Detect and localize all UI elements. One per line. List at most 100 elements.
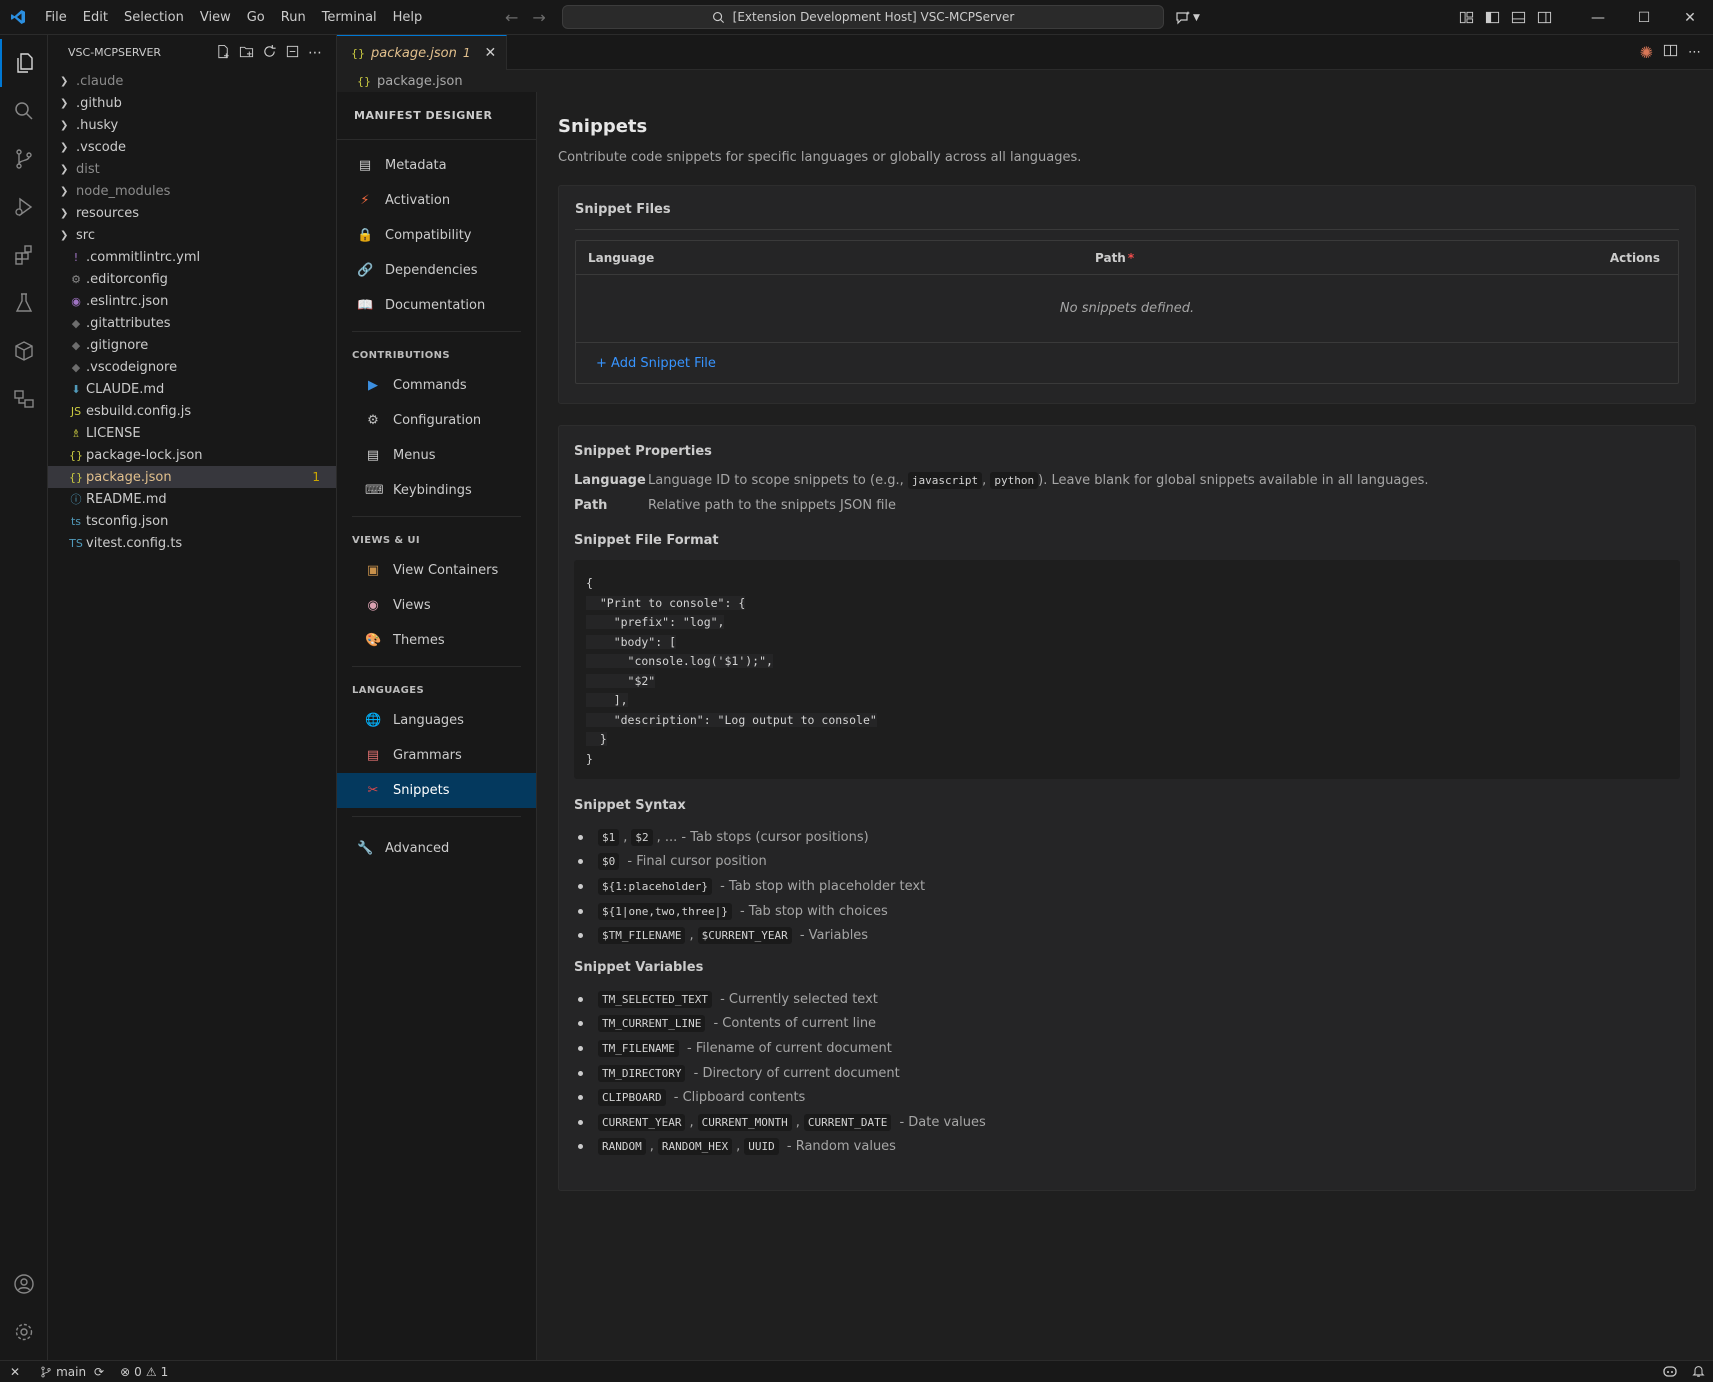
close-window-icon[interactable]: ✕ <box>1667 0 1713 35</box>
tab-package-json[interactable]: {} package.json 1 ✕ <box>337 35 508 70</box>
column-actions: Actions <box>1609 250 1660 265</box>
nav-item-commands[interactable]: ▶ Commands <box>337 368 536 403</box>
command-center[interactable]: [Extension Development Host] VSC-MCPServ… <box>562 5 1164 29</box>
forward-arrow-icon[interactable]: → <box>532 8 545 27</box>
branch-indicator[interactable]: main ⟳ <box>34 1365 110 1379</box>
nav-item-snippets[interactable]: ✂ Snippets <box>337 773 536 808</box>
split-editor-icon[interactable] <box>1663 43 1678 62</box>
menu-file[interactable]: File <box>37 0 75 35</box>
nav-item-languages[interactable]: 🌐 Languages <box>337 703 536 738</box>
tree-folder[interactable]: ❯ .husky <box>48 114 336 136</box>
extensions-icon[interactable] <box>0 231 48 279</box>
nav-item-grammars[interactable]: ▤ Grammars <box>337 738 536 773</box>
tree-file[interactable]: ⓘ README.md <box>48 488 336 510</box>
refresh-icon[interactable] <box>262 44 277 62</box>
tree-file[interactable]: ! .commitlintrc.yml <box>48 246 336 268</box>
title-bar: File Edit Selection View Go Run Terminal Help ←… <box>0 0 1713 35</box>
nav-item-menus[interactable]: ▤ Menus <box>337 438 536 473</box>
tree-file[interactable]: ♗ LICENSE <box>48 422 336 444</box>
tree-item-label: .vscodeignore <box>86 359 178 375</box>
tree-file[interactable]: ◉ .eslintrc.json <box>48 290 336 312</box>
menu-run[interactable]: Run <box>273 0 314 35</box>
run-debug-icon[interactable] <box>0 183 48 231</box>
new-folder-icon[interactable] <box>239 44 254 62</box>
breadcrumb-file[interactable]: package.json <box>377 74 463 89</box>
maximize-icon[interactable]: ☐ <box>1621 0 1667 35</box>
customize-layout-icon[interactable] <box>1453 5 1479 31</box>
tree-file[interactable]: TS vitest.config.ts <box>48 532 336 554</box>
tree-folder[interactable]: ❯ .github <box>48 92 336 114</box>
tree-folder[interactable]: ❯ resources <box>48 202 336 224</box>
container-icon[interactable] <box>0 327 48 375</box>
notifications-bell-icon[interactable] <box>1692 1364 1705 1381</box>
account-icon[interactable] <box>0 1260 48 1308</box>
remote-explorer-icon[interactable] <box>0 375 48 423</box>
tree-file[interactable]: ◆ .gitattributes <box>48 312 336 334</box>
menu-go[interactable]: Go <box>239 0 273 35</box>
list-item-description: - Tab stop with choices <box>735 903 888 919</box>
back-arrow-icon[interactable]: ← <box>505 8 518 27</box>
tree-file[interactable]: ⬇ CLAUDE.md <box>48 378 336 400</box>
nav-item-views[interactable]: ◉ Views <box>337 588 536 623</box>
tree-folder[interactable]: ❯ .claude <box>48 70 336 92</box>
remote-indicator[interactable]: ✕ <box>0 1365 26 1379</box>
tree-file[interactable]: ◆ .vscodeignore <box>48 356 336 378</box>
testing-icon[interactable] <box>0 279 48 327</box>
tree-file[interactable]: ts tsconfig.json <box>48 510 336 532</box>
nav-item-label: Views <box>393 598 431 613</box>
explorer-icon[interactable] <box>0 39 48 87</box>
list-item: TM_DIRECTORY - Directory of current docu… <box>574 1061 1680 1086</box>
chevron-down-icon: ▼ <box>1193 12 1200 23</box>
tree-folder[interactable]: ❯ .vscode <box>48 136 336 158</box>
metadata-icon: ▤ <box>358 158 372 173</box>
nav-item-compatibility[interactable]: 🔒 Compatibility <box>337 218 536 253</box>
branch-icon <box>41 1366 51 1377</box>
menu-edit[interactable]: Edit <box>75 0 116 35</box>
editor-more-actions-icon[interactable]: ⋯ <box>1688 45 1701 60</box>
nav-item-view-containers[interactable]: ▣ View Containers <box>337 553 536 588</box>
tree-folder[interactable]: ❯ src <box>48 224 336 246</box>
code-chip: RANDOM <box>598 1138 646 1156</box>
tree-folder[interactable]: ❯ node_modules <box>48 180 336 202</box>
nav-item-themes[interactable]: 🎨 Themes <box>337 623 536 658</box>
more-actions-icon[interactable]: ⋯ <box>308 45 322 61</box>
nav-item-metadata[interactable]: ▤ Metadata <box>337 148 536 183</box>
copilot-icon[interactable] <box>1662 1364 1678 1381</box>
new-file-icon[interactable] <box>216 44 231 62</box>
tree-folder[interactable]: ❯ dist <box>48 158 336 180</box>
add-snippet-file-button[interactable]: + Add Snippet File <box>596 356 716 371</box>
copilot-menu[interactable]: ▼ <box>1175 0 1200 35</box>
claude-sparkle-icon[interactable]: ✺ <box>1640 43 1653 62</box>
problems-indicator[interactable]: ⊗ 0 ⚠ 1 <box>114 1365 174 1379</box>
minimize-icon[interactable]: — <box>1575 0 1621 35</box>
toggle-secondary-sidebar-icon[interactable] <box>1531 5 1557 31</box>
collapse-all-icon[interactable] <box>285 44 300 62</box>
menu-terminal[interactable]: Terminal <box>314 0 385 35</box>
settings-gear-icon[interactable] <box>0 1308 48 1356</box>
nav-item-documentation[interactable]: 📖 Documentation <box>337 288 536 323</box>
sync-icon[interactable]: ⟳ <box>94 1365 104 1379</box>
nav-item-dependencies[interactable]: 🔗 Dependencies <box>337 253 536 288</box>
toggle-primary-sidebar-icon[interactable] <box>1479 5 1505 31</box>
toggle-panel-icon[interactable] <box>1505 5 1531 31</box>
menu-help[interactable]: Help <box>385 0 431 35</box>
close-icon[interactable]: ✕ <box>484 45 496 61</box>
tree-file[interactable]: JS esbuild.config.js <box>48 400 336 422</box>
status-bar: ✕ main ⟳ ⊗ 0 ⚠ 1 <box>0 1360 1713 1382</box>
tree-file[interactable]: ◆ .gitignore <box>48 334 336 356</box>
menu-selection[interactable]: Selection <box>116 0 192 35</box>
nav-item-keybindings[interactable]: ⌨ Keybindings <box>337 473 536 508</box>
source-control-icon[interactable] <box>0 135 48 183</box>
vscode-logo-icon <box>0 0 35 35</box>
tree-file[interactable]: {} package.json 1 <box>48 466 336 488</box>
tree-file[interactable]: ⚙ .editorconfig <box>48 268 336 290</box>
search-icon[interactable] <box>0 87 48 135</box>
breadcrumb[interactable]: {} package.json <box>337 70 1713 92</box>
tree-item-label: package-lock.json <box>86 447 203 463</box>
nav-item-configuration[interactable]: ⚙ Configuration <box>337 403 536 438</box>
menu-view[interactable]: View <box>192 0 239 35</box>
code-chip: TM_SELECTED_TEXT <box>598 990 712 1008</box>
tree-file[interactable]: {} package-lock.json <box>48 444 336 466</box>
nav-item-activation[interactable]: ⚡ Activation <box>337 183 536 218</box>
nav-item-advanced[interactable]: 🔧 Advanced <box>337 831 536 866</box>
